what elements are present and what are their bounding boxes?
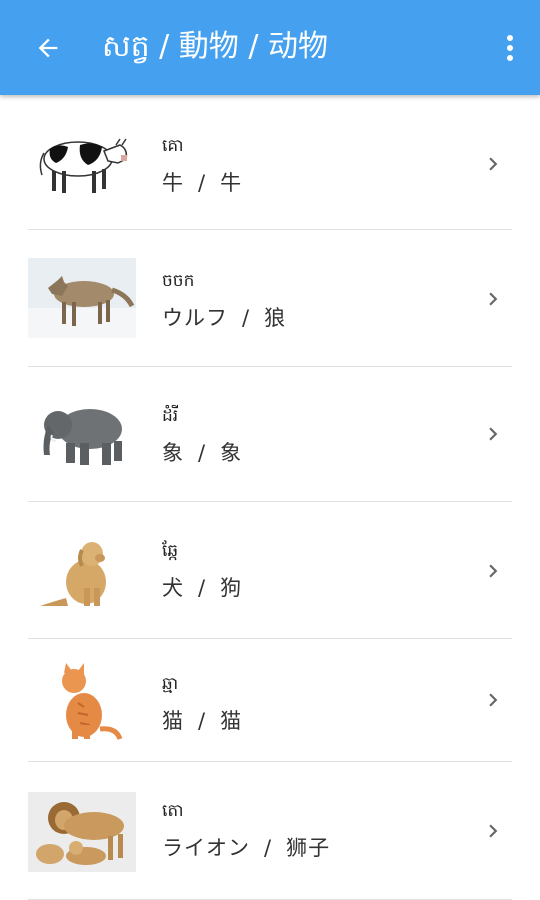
more-vert-icon [507,35,513,61]
back-button[interactable] [28,28,68,68]
khmer-word: ដំរី [162,406,179,426]
cow-image [28,123,136,203]
list-item[interactable]: ដំរី 象 / 象 [0,367,540,502]
chevron-right-icon [489,564,498,578]
khmer-word: តោ [162,801,184,821]
arrow-left-icon [38,38,58,58]
cat-image [28,663,136,743]
translation: ウルフ / 狼 [162,302,286,332]
japanese-word: 牛 [162,171,184,195]
list-item[interactable]: ឆ្កែ 犬 / 狗 [0,502,540,639]
khmer-word: ឆ្មា [162,674,179,694]
lion-image [28,792,136,872]
khmer-word: ចចក [162,271,195,291]
dog-image [28,532,136,612]
chevron-right-icon [489,157,498,171]
translation: 猫 / 猫 [162,705,242,735]
chinese-word: 狮子 [286,836,331,860]
wolf-image [28,258,136,338]
japanese-word: 象 [162,441,184,465]
chevron-right-icon [489,427,498,441]
separator: / [198,576,207,600]
page-title: សត្វ / 動物 / 动物 [102,29,328,64]
translation: 牛 / 牛 [162,167,242,197]
separator: / [198,709,207,733]
translation: ライオン / 狮子 [162,832,330,862]
japanese-word: ライオン [162,836,250,860]
chinese-word: 狗 [220,576,243,600]
khmer-word: គោ [162,136,184,156]
elephant-image [28,395,136,475]
translation: 犬 / 狗 [162,572,242,602]
japanese-word: 猫 [162,709,184,733]
overflow-menu-button[interactable] [492,28,528,68]
list-item[interactable]: តោ ライオン / 狮子 [0,762,540,900]
japanese-word: 犬 [162,576,184,600]
app-bar: សត្វ / 動物 / 动物 [0,0,540,95]
list-item[interactable]: គោ 牛 / 牛 [0,95,540,230]
list-item[interactable]: ឆ្មា 猫 / 猫 [0,639,540,762]
chevron-right-icon [489,693,498,707]
list-item[interactable]: ចចក ウルフ / 狼 [0,230,540,367]
separator: / [198,441,207,465]
separator: / [198,171,207,195]
chevron-right-icon [489,824,498,838]
khmer-word: ឆ្កែ [162,541,179,561]
chinese-word: 牛 [220,171,243,195]
chinese-word: 狼 [264,306,287,330]
chinese-word: 象 [220,441,243,465]
translation: 象 / 象 [162,437,242,467]
chevron-right-icon [489,292,498,306]
japanese-word: ウルフ [162,306,228,330]
chinese-word: 猫 [220,709,243,733]
separator: / [264,836,273,860]
separator: / [242,306,251,330]
